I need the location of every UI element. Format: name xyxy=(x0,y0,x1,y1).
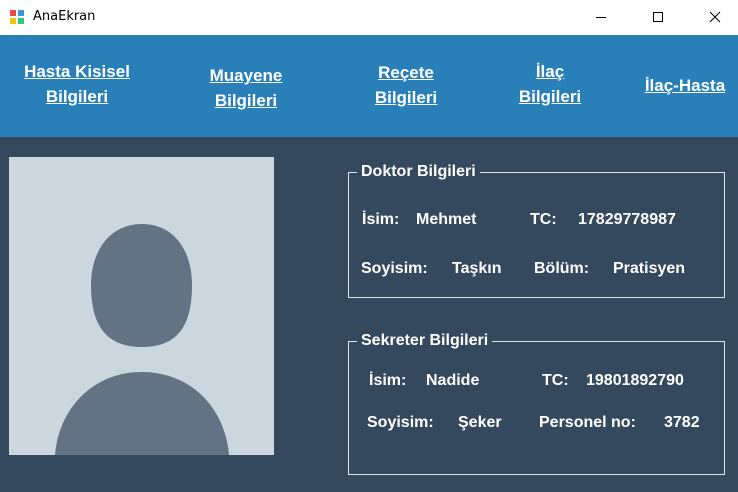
doktor-bilgileri-title: Doktor Bilgileri xyxy=(357,162,480,182)
close-button[interactable] xyxy=(692,0,738,35)
user-silhouette-icon xyxy=(55,224,229,455)
close-icon xyxy=(709,11,721,23)
doktor-isim-label: İsim: xyxy=(362,211,400,228)
minimize-button[interactable] xyxy=(578,0,624,35)
nav-bar: Hasta Kisisel Bilgileri Muayene Bilgiler… xyxy=(0,35,738,137)
sekreter-tc-label: TC: xyxy=(542,372,569,389)
maximize-button[interactable] xyxy=(635,0,681,35)
doktor-soyisim-value: Taşkın xyxy=(452,260,502,277)
sekreter-bilgileri-title: Sekreter Bilgileri xyxy=(357,331,493,351)
nav-link-ilac-bilgileri[interactable]: İlaç Bilgileri xyxy=(500,59,600,109)
nav-link-hasta-kisisel-bilgileri[interactable]: Hasta Kisisel Bilgileri xyxy=(12,59,142,109)
title-bar: AnaEkran xyxy=(0,0,738,35)
sekreter-soyisim-value: Şeker xyxy=(458,414,502,431)
nav-link-muayene-bilgileri[interactable]: Muayene Bilgileri xyxy=(190,63,302,113)
sekreter-isim-value: Nadide xyxy=(426,372,480,389)
doktor-isim-value: Mehmet xyxy=(416,211,477,228)
doktor-bilgileri-group: Doktor Bilgileri İsim: Mehmet TC: 178297… xyxy=(348,162,725,298)
nav-link-ilac-hasta[interactable]: İlaç-Hasta xyxy=(632,73,738,98)
profile-photo xyxy=(9,157,274,455)
sekreter-bilgileri-group: Sekreter Bilgileri İsim: Nadide TC: 1980… xyxy=(348,331,725,475)
minimize-icon xyxy=(596,17,606,18)
sekreter-soyisim-label: Soyisim: xyxy=(367,414,434,431)
app-icon xyxy=(10,10,24,24)
doktor-bolum-label: Bölüm: xyxy=(534,260,590,277)
doktor-soyisim-label: Soyisim: xyxy=(361,260,428,277)
maximize-icon xyxy=(653,12,663,22)
window-title: AnaEkran xyxy=(33,9,96,24)
doktor-tc-label: TC: xyxy=(530,211,557,228)
sekreter-isim-label: İsim: xyxy=(369,372,407,389)
sekreter-tc-value: 19801892790 xyxy=(586,372,684,389)
nav-link-recete-bilgileri[interactable]: Reçete Bilgileri xyxy=(356,60,456,110)
sekreter-personel-label: Personel no: xyxy=(539,414,636,431)
sekreter-personel-value: 3782 xyxy=(664,414,700,431)
doktor-tc-value: 17829778987 xyxy=(578,211,676,228)
doktor-bolum-value: Pratisyen xyxy=(613,260,686,277)
